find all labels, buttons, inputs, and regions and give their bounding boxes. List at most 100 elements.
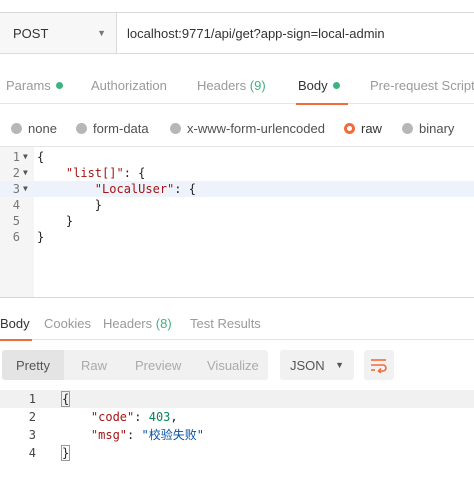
- code-text: "code": 403,: [90, 410, 178, 424]
- request-body-editor[interactable]: 1 ▼ { 2 ▼ "list[]": { 3 ▼ "LocalUser": {…: [0, 146, 474, 297]
- line-number: 1: [12, 150, 20, 164]
- tab-cookies[interactable]: Cookies: [44, 306, 91, 340]
- tab-response-headers-label: Headers: [103, 315, 153, 331]
- radio-icon: [170, 122, 181, 134]
- radio-form-data-label: form-data: [93, 120, 149, 136]
- response-line: 2 "code": 403,: [0, 408, 474, 426]
- tab-body[interactable]: Body: [296, 68, 348, 105]
- radio-raw-label: raw: [361, 120, 382, 136]
- chevron-down-icon: ▼: [335, 360, 344, 370]
- radio-icon: [11, 122, 22, 134]
- method-select[interactable]: POST ▼: [0, 12, 117, 54]
- code-text: "list[]": {: [37, 165, 145, 181]
- tab-headers-label: Headers: [197, 78, 247, 93]
- response-line-current: 1 {: [0, 390, 474, 408]
- view-preview-button[interactable]: Preview: [135, 350, 181, 380]
- radio-none-label: none: [28, 120, 57, 136]
- radio-icon: [402, 122, 413, 134]
- chevron-down-icon: ▼: [97, 28, 106, 38]
- editor-line: 1 ▼ {: [0, 149, 474, 165]
- url-input[interactable]: localhost:9771/api/get?app-sign=local-ad…: [117, 12, 474, 54]
- brace-close: }: [37, 230, 45, 244]
- radio-binary[interactable]: binary: [402, 121, 454, 136]
- brace-close: }: [60, 445, 71, 461]
- fold-arrow-icon[interactable]: ▼: [23, 181, 28, 197]
- tab-params-label: Params: [6, 78, 51, 93]
- code-text: }: [37, 197, 102, 213]
- code-text: }: [60, 444, 71, 462]
- response-body-viewer[interactable]: 1 { 2 "code": 403, 3 "msg": "校验失败" 4 }: [0, 390, 474, 462]
- tab-response-body[interactable]: Body: [0, 306, 32, 341]
- view-raw-button[interactable]: Raw: [81, 350, 107, 380]
- brace-close: }: [94, 198, 103, 212]
- radio-urlencoded[interactable]: x-www-form-urlencoded: [170, 121, 325, 136]
- format-select-label: JSON: [290, 357, 325, 373]
- line-number: 2: [12, 166, 20, 180]
- tab-prerequest-script[interactable]: Pre-request Script: [370, 68, 474, 104]
- response-line: 4 }: [0, 444, 474, 462]
- brace-open: {: [37, 150, 45, 164]
- view-pretty-button[interactable]: Pretty: [2, 350, 64, 380]
- view-visualize-button[interactable]: Visualize: [207, 350, 259, 380]
- view-raw-label: Raw: [81, 357, 108, 373]
- line-number: 2: [28, 410, 36, 424]
- tab-headers[interactable]: Headers (9): [197, 68, 266, 104]
- code-text: }: [37, 229, 44, 245]
- radio-none[interactable]: none: [11, 121, 57, 136]
- editor-line: 5 }: [0, 213, 474, 229]
- tab-response-body-label: Body: [0, 315, 30, 331]
- tab-authorization-label: Authorization: [91, 78, 167, 93]
- code-text: {: [37, 149, 44, 165]
- json-key-code: "code": [90, 410, 135, 424]
- format-select[interactable]: JSON ▼: [280, 350, 354, 380]
- wrap-lines-icon: [371, 359, 387, 373]
- radio-form-data[interactable]: form-data: [76, 121, 149, 136]
- response-view-toolbar: Pretty Raw Preview Visualize JSON ▼: [0, 350, 474, 380]
- pane-divider[interactable]: [0, 297, 474, 298]
- fold-arrow-icon[interactable]: ▼: [23, 149, 28, 165]
- line-number: 3: [28, 428, 36, 442]
- brace-open: {: [60, 391, 71, 407]
- json-value-code: 403: [148, 410, 171, 424]
- radio-binary-label: binary: [419, 120, 455, 136]
- radio-urlencoded-label: x-www-form-urlencoded: [187, 120, 325, 136]
- line-number: 3: [12, 182, 20, 196]
- editor-line: 4 }: [0, 197, 474, 213]
- request-tabs: Params Authorization Headers (9) Body Pr…: [0, 68, 474, 105]
- url-text: localhost:9771/api/get?app-sign=local-ad…: [127, 25, 385, 41]
- tab-response-headers[interactable]: Headers (8): [103, 306, 172, 340]
- tab-authorization[interactable]: Authorization: [91, 68, 167, 104]
- tab-test-results[interactable]: Test Results: [190, 306, 261, 340]
- tab-body-label: Body: [298, 78, 328, 93]
- json-key-localuser: "LocalUser": [94, 182, 175, 196]
- radio-raw[interactable]: raw: [344, 121, 382, 136]
- params-indicator-dot: [55, 82, 63, 89]
- editor-line: 6 }: [0, 229, 474, 245]
- code-punct: : {: [123, 166, 146, 180]
- line-number: 4: [28, 446, 36, 460]
- wrap-lines-button[interactable]: [364, 350, 394, 380]
- code-punct: : {: [174, 182, 196, 196]
- radio-icon: [76, 122, 87, 134]
- json-value-msg: "校验失败": [141, 428, 204, 442]
- code-text: "msg": "校验失败": [90, 428, 204, 442]
- code-text: {: [60, 390, 71, 408]
- tab-headers-count: (9): [249, 78, 266, 93]
- tab-response-headers-count: (8): [155, 315, 172, 331]
- line-number: 6: [12, 230, 20, 244]
- view-visualize-label: Visualize: [207, 357, 259, 373]
- json-key-list: "list[]": [65, 166, 124, 180]
- response-tabs: Body Cookies Headers (8) Test Results: [0, 306, 474, 341]
- tab-params[interactable]: Params: [6, 68, 63, 104]
- fold-arrow-icon[interactable]: ▼: [23, 165, 28, 181]
- line-number: 5: [12, 214, 20, 228]
- editor-line-current: 3 ▼ "LocalUser": {: [0, 181, 474, 197]
- tab-test-results-label: Test Results: [190, 315, 261, 331]
- line-number: 4: [12, 198, 20, 212]
- tab-cookies-label: Cookies: [44, 315, 91, 331]
- response-line: 3 "msg": "校验失败": [0, 426, 474, 444]
- code-text: "LocalUser": {: [37, 181, 196, 197]
- view-preview-label: Preview: [135, 357, 182, 373]
- json-key-msg: "msg": [90, 428, 128, 442]
- view-pretty-label: Pretty: [16, 357, 50, 373]
